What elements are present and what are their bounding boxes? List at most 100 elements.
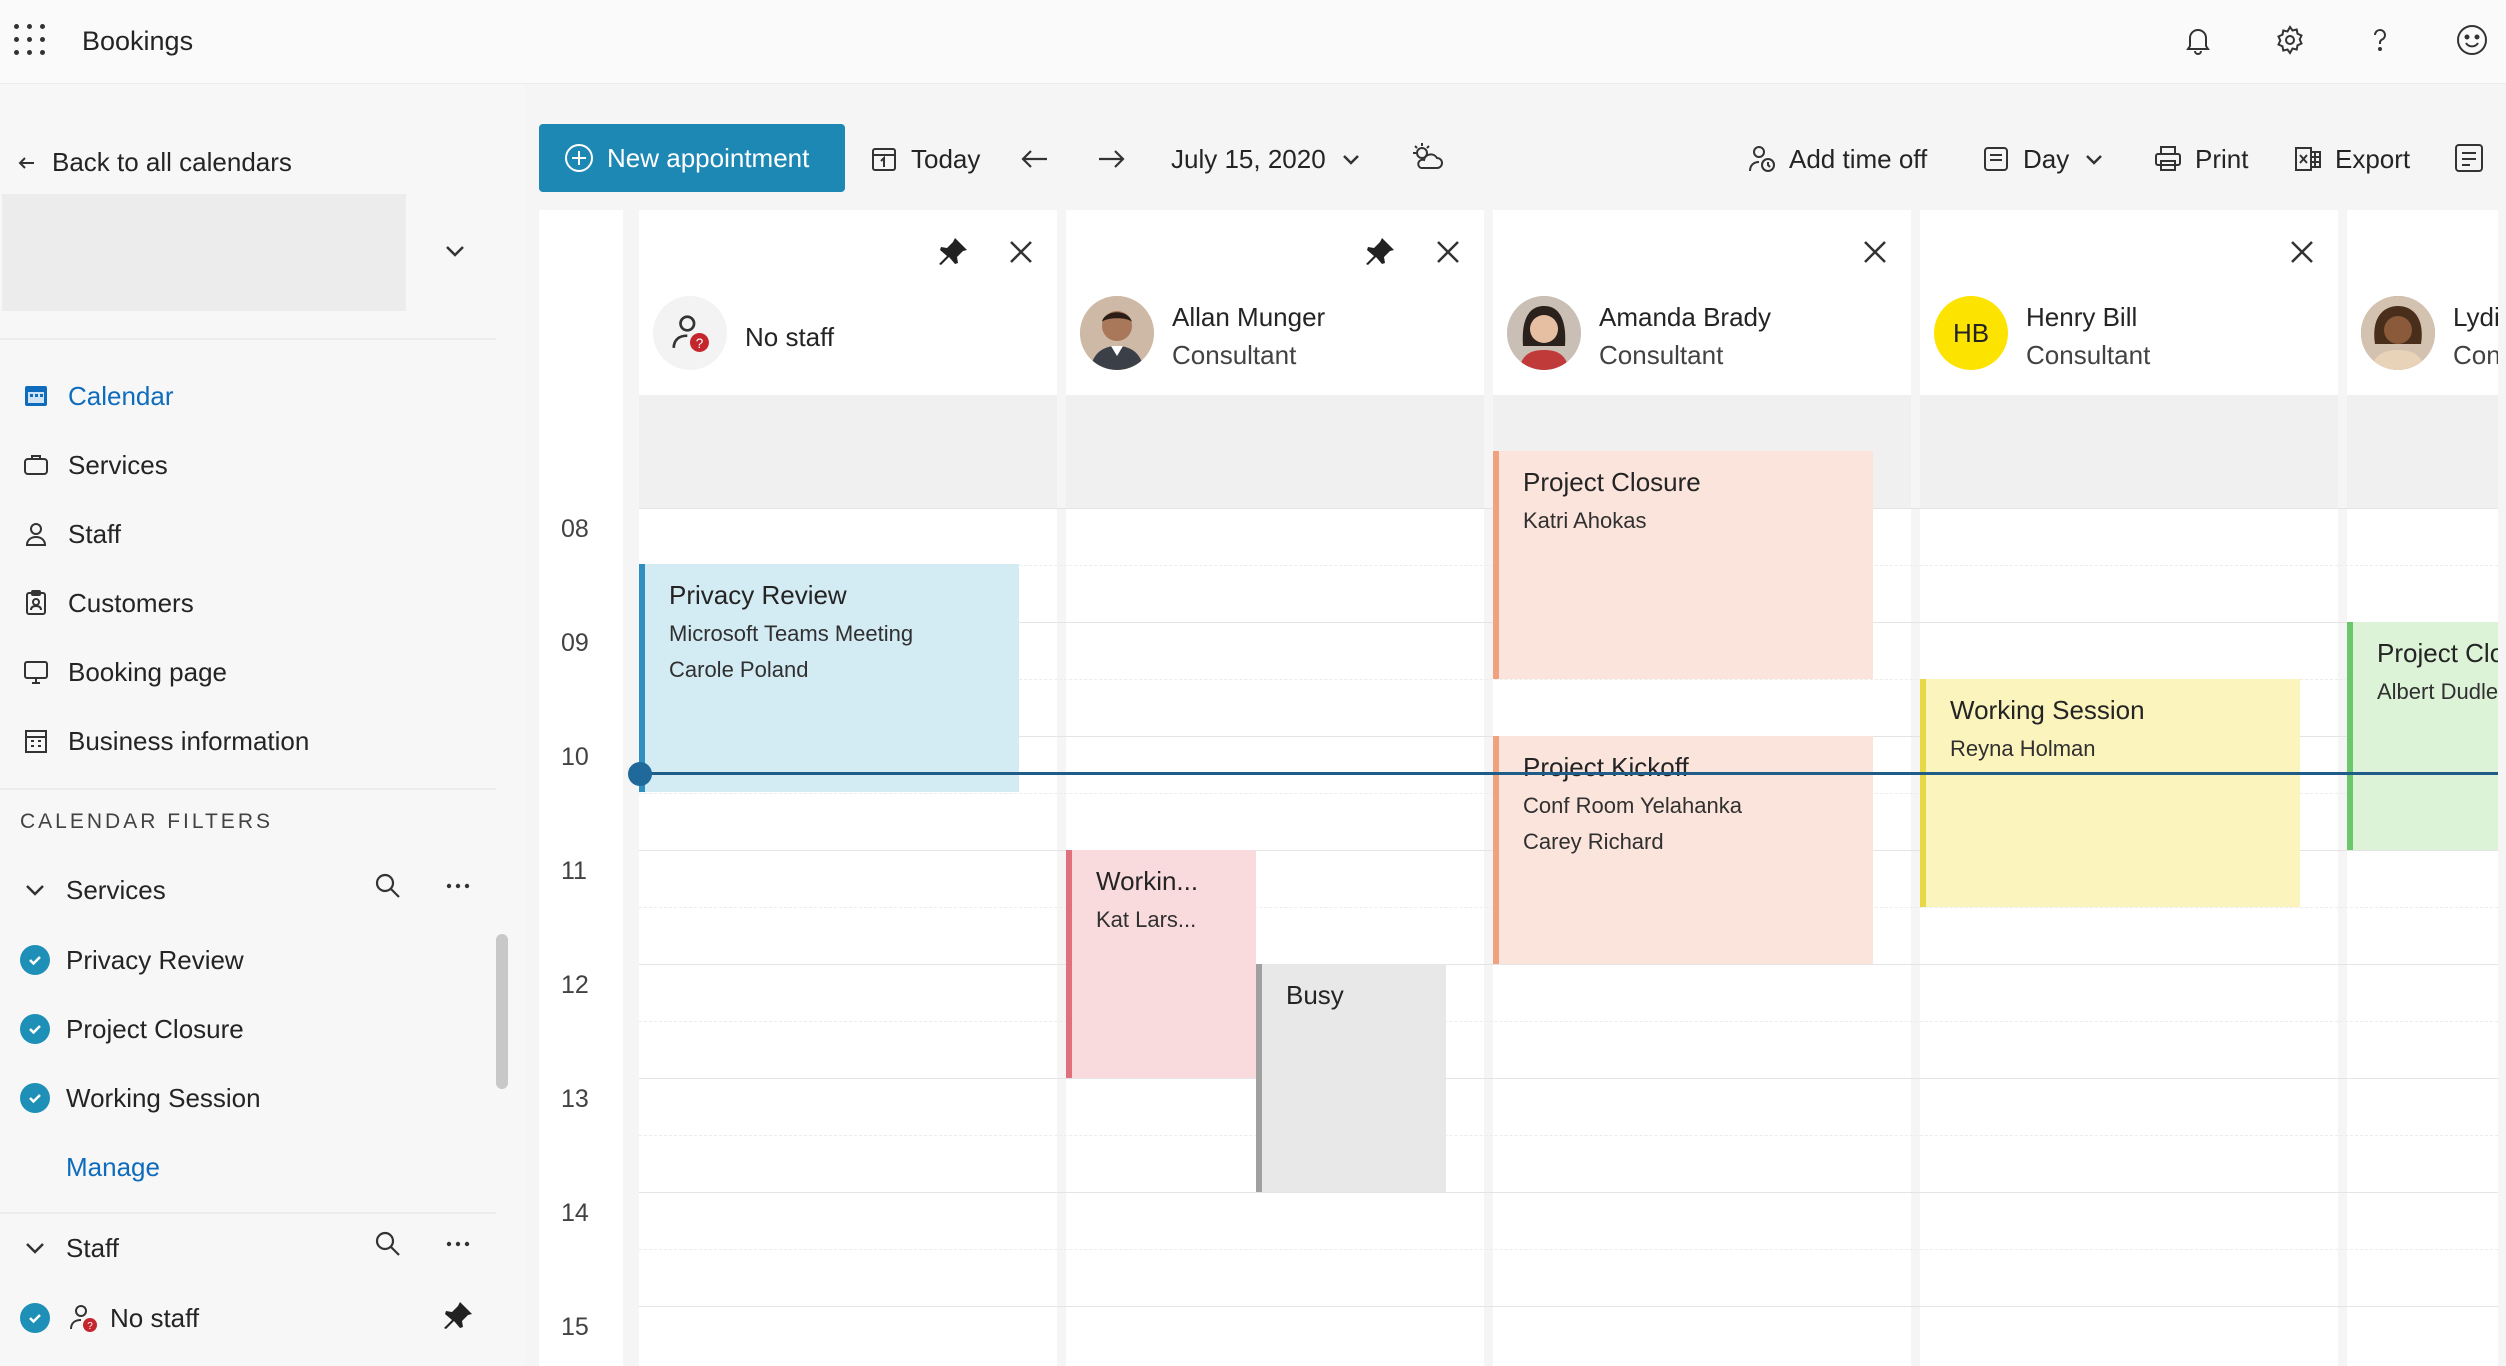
arrow-left-icon[interactable] — [1017, 141, 1053, 177]
current-time-line — [640, 772, 2506, 775]
manage-services-link[interactable]: Manage — [66, 1152, 160, 1183]
close-icon[interactable] — [1003, 234, 1039, 270]
filter-item-no-staff[interactable]: ? No staff — [20, 1298, 199, 1338]
weather-icon[interactable] — [1409, 140, 1445, 176]
view-selector[interactable]: Day — [1981, 140, 2107, 178]
nav-label: Booking page — [68, 656, 228, 687]
pin-icon[interactable] — [1362, 234, 1398, 270]
appointment-customer: Reyna Holman — [1950, 736, 2096, 761]
appointment-working-session[interactable]: Working Session Reyna Holman — [1920, 679, 2300, 907]
hour-label: 13 — [561, 1085, 589, 1113]
hour-label: 14 — [561, 1199, 589, 1227]
today-button[interactable]: Today — [869, 140, 980, 178]
more-icon[interactable] — [442, 1228, 474, 1260]
all-day-row — [1920, 395, 2338, 508]
services-filter-group[interactable]: Services — [20, 870, 166, 910]
staff-column-header: ? No staff — [639, 210, 1057, 395]
search-icon[interactable] — [372, 870, 404, 902]
app-title: Bookings — [82, 26, 194, 56]
appointment-location: Microsoft Teams Meeting — [669, 621, 914, 646]
back-to-calendars-link[interactable]: Back to all calendars — [14, 147, 292, 178]
hour-label: 09 — [561, 629, 589, 657]
staff-column-header: Allan Munger Consultant — [1066, 210, 1484, 395]
staff-avatar — [1080, 296, 1154, 370]
nav-item-services[interactable]: Services — [20, 445, 168, 485]
appointment-project-closure-albert[interactable]: Project Clo Albert Dudle — [2347, 622, 2498, 850]
nav-item-staff[interactable]: Staff — [20, 514, 121, 554]
print-button[interactable]: Print — [2153, 140, 2248, 178]
appointment-working-session-kat[interactable]: Workin... Kat Lars... — [1066, 850, 1256, 1078]
chevron-down-icon[interactable] — [438, 234, 472, 268]
appointment-project-kickoff[interactable]: Project Kickoff Conf Room Yelahanka Care… — [1493, 736, 1873, 964]
appointment-title: Busy — [1286, 980, 1344, 1010]
filter-item-project-closure[interactable]: Project Closure — [20, 1009, 244, 1049]
nav-item-booking-page[interactable]: Booking page — [20, 652, 227, 692]
checkmark-icon[interactable] — [20, 945, 50, 975]
calendar-today-icon — [872, 148, 896, 171]
date-picker[interactable]: July 15, 2020 — [1171, 140, 1364, 178]
briefcase-icon — [20, 449, 52, 481]
appointment-privacy-review[interactable]: Privacy Review Microsoft Teams Meeting C… — [639, 564, 1019, 792]
export-button[interactable]: Export — [2293, 140, 2410, 178]
arrow-left-icon — [18, 156, 34, 169]
filter-item-working-session[interactable]: Working Session — [20, 1078, 261, 1118]
nav-item-calendar[interactable]: Calendar — [20, 376, 174, 416]
calendar-selector[interactable] — [2, 194, 406, 311]
search-icon[interactable] — [372, 1228, 404, 1260]
checkmark-icon[interactable] — [20, 1303, 50, 1333]
waffle-icon[interactable] — [14, 24, 48, 58]
appointment-customer: Albert Dudle — [2377, 679, 2498, 704]
print-label: Print — [2195, 143, 2249, 174]
arrow-right-icon[interactable] — [1093, 141, 1129, 177]
close-icon[interactable] — [1430, 234, 1466, 270]
close-icon[interactable] — [1857, 234, 1893, 270]
staff-name: Amanda Brady — [1599, 302, 1771, 332]
staff-name: Lydi — [2453, 302, 2498, 332]
filter-label: No staff — [110, 1302, 200, 1333]
nav-item-customers[interactable]: Customers — [20, 583, 194, 623]
add-time-off-button[interactable]: Add time off — [1747, 140, 1927, 178]
back-label: Back to all calendars — [52, 147, 292, 177]
staff-column-allan-munger[interactable]: Allan Munger Consultant — [1066, 210, 1484, 1366]
hour-label: 08 — [561, 515, 589, 543]
group-label: Staff — [66, 1232, 120, 1263]
svg-text:?: ? — [696, 336, 704, 351]
hour-label: 11 — [561, 857, 587, 885]
left-navigation: Back to all calendars Calendar Services … — [0, 84, 525, 1366]
nav-label: Customers — [68, 587, 194, 618]
appointment-busy[interactable]: Busy — [1256, 964, 1446, 1192]
bell-icon[interactable] — [2178, 20, 2218, 60]
staff-role: Consultant — [1172, 340, 1297, 370]
help-icon[interactable] — [2360, 20, 2400, 60]
pin-icon[interactable] — [440, 1298, 476, 1334]
view-label: Day — [2023, 143, 2070, 174]
pin-icon[interactable] — [935, 234, 971, 270]
calendar-filters-heading: CALENDAR FILTERS — [20, 810, 273, 833]
filter-label: Working Session — [66, 1082, 261, 1113]
filter-item-privacy-review[interactable]: Privacy Review — [20, 940, 244, 980]
sidebar-scrollbar[interactable] — [496, 934, 508, 1089]
app-header: Bookings — [0, 0, 2506, 84]
staff-filter-group[interactable]: Staff — [20, 1228, 119, 1268]
settings-panel-icon[interactable] — [2453, 142, 2485, 174]
staff-name: Henry Bill — [2026, 302, 2138, 332]
nav-item-business-information[interactable]: Business information — [20, 721, 309, 761]
gear-icon[interactable] — [2270, 20, 2310, 60]
building-icon — [20, 725, 52, 757]
appointment-project-closure[interactable]: Project Closure Katri Ahokas — [1493, 451, 1873, 679]
checkmark-icon[interactable] — [20, 1083, 50, 1113]
checkmark-icon[interactable] — [20, 1014, 50, 1044]
new-appointment-button[interactable]: New appointment — [539, 124, 845, 192]
appointment-title: Project Closure — [1523, 467, 1701, 497]
smiley-icon[interactable] — [2452, 20, 2492, 60]
appointment-title: Privacy Review — [669, 580, 847, 610]
appointment-title: Working Session — [1950, 695, 2145, 725]
new-appointment-label: New appointment — [607, 142, 810, 173]
current-time-dot — [628, 762, 652, 786]
excel-icon — [2295, 147, 2321, 171]
close-icon[interactable] — [2284, 234, 2320, 270]
hour-label: 10 — [561, 743, 589, 771]
staff-role: Consultant — [1599, 340, 1724, 370]
more-icon[interactable] — [442, 870, 474, 902]
appointment-title: Project Clo — [2377, 638, 2498, 668]
